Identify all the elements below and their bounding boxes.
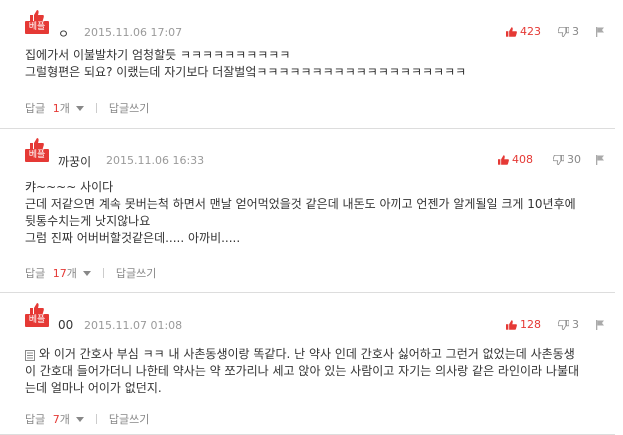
report-icon[interactable] — [595, 155, 605, 165]
comment-list: 베플 ㅇ 2015.11.06 17:07 423 3 집에가서 이불발차기 엄… — [0, 0, 623, 435]
reply-unit: 개 — [59, 102, 70, 115]
write-reply-link[interactable]: 답글쓰기 — [116, 265, 156, 281]
divider — [95, 414, 97, 424]
chevron-down-icon[interactable] — [75, 416, 84, 422]
reply-label: 답글 — [25, 102, 46, 115]
reply-bar: 답글 1개 답글쓰기 — [25, 100, 149, 116]
reply-unit: 개 — [66, 267, 77, 280]
thumbs-up-icon — [506, 26, 517, 37]
comment-item: 베플 ㅇ 2015.11.06 17:07 423 3 집에가서 이불발차기 엄… — [0, 0, 615, 129]
report-icon[interactable] — [595, 27, 605, 37]
reply-label: 답글 — [25, 413, 46, 426]
thumbs-down-icon — [553, 154, 564, 165]
divider — [95, 103, 97, 113]
like-count: 408 — [512, 153, 533, 166]
reply-count: 1 — [52, 102, 60, 115]
thumbs-down-icon — [558, 319, 569, 330]
reply-bar: 답글 17개 답글쓰기 — [25, 265, 156, 281]
thumbs-up-icon — [506, 319, 517, 330]
thumbs-up-icon — [498, 154, 509, 165]
dislike-count: 3 — [572, 25, 579, 38]
author-name[interactable]: 00 — [58, 318, 73, 332]
best-label: 베플 — [25, 21, 49, 34]
dislike-count: 30 — [567, 153, 581, 166]
reply-toggle[interactable]: 답글 7개 — [25, 411, 70, 427]
write-reply-link[interactable]: 답글쓰기 — [109, 411, 149, 427]
like-count: 128 — [520, 318, 541, 331]
chevron-down-icon[interactable] — [82, 270, 91, 276]
reply-bar: 답글 7개 답글쓰기 — [25, 411, 149, 427]
dislike-button[interactable]: 30 — [553, 153, 581, 166]
reply-toggle[interactable]: 답글 1개 — [25, 100, 70, 116]
dislike-button[interactable]: 3 — [558, 25, 579, 38]
comment-item: 베플 00 2015.11.07 01:08 128 3 와 이거 간호사 부심… — [0, 293, 615, 435]
report-icon[interactable] — [595, 320, 605, 330]
reply-toggle[interactable]: 답글 17개 — [25, 265, 77, 281]
reply-label: 답글 — [25, 267, 46, 280]
dislike-button[interactable]: 3 — [558, 318, 579, 331]
best-label: 베플 — [25, 149, 49, 162]
reply-count: 17 — [52, 267, 67, 280]
timestamp: 2015.11.06 16:33 — [106, 154, 205, 167]
chevron-down-icon[interactable] — [75, 105, 84, 111]
divider — [102, 268, 104, 278]
comment-text: 와 이거 간호사 부심 ㅋㅋ 내 사촌동생이랑 똑같다. 난 약사 인데 간호사… — [25, 347, 580, 395]
dislike-count: 3 — [572, 318, 579, 331]
timestamp: 2015.11.07 01:08 — [84, 319, 183, 332]
author-name[interactable]: 까꿍이 — [58, 153, 91, 170]
comment-item: 베플 까꿍이 2015.11.06 16:33 408 30 캬~~~~ 사이다 — [0, 129, 615, 293]
reply-count: 7 — [52, 413, 60, 426]
timestamp: 2015.11.06 17:07 — [84, 26, 183, 39]
comment-text: 집에가서 이불발차기 엄청할듯 ㅋㅋㅋㅋㅋㅋㅋㅋㅋㅋ 그럴형편은 되요? 이랬는… — [25, 48, 467, 79]
comment-text: 캬~~~~ 사이다 근데 저같으면 계속 못버는척 하면서 맨날 얻어먹었을것 … — [25, 180, 576, 245]
reply-unit: 개 — [59, 413, 70, 426]
like-count: 423 — [520, 25, 541, 38]
like-button[interactable]: 423 — [506, 25, 541, 38]
like-button[interactable]: 408 — [498, 153, 533, 166]
write-reply-link[interactable]: 답글쓰기 — [109, 100, 149, 116]
like-button[interactable]: 128 — [506, 318, 541, 331]
thumbs-down-icon — [558, 26, 569, 37]
author-name[interactable]: ㅇ — [58, 25, 69, 42]
best-label: 베플 — [25, 314, 49, 327]
